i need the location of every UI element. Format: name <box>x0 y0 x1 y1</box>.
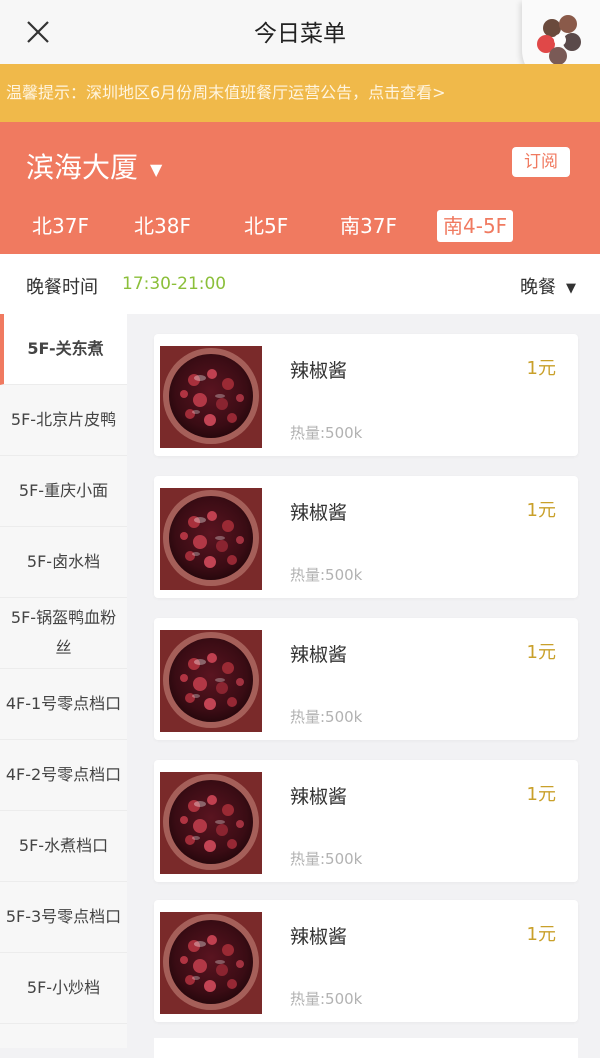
meal-time-range: 17:30-21:00 <box>122 274 227 294</box>
building-header: 滨海大厦 ▼ 订阅 北37F 北38F 北5F 南37F 南4-5F <box>0 122 600 254</box>
dish-price: 1元 <box>526 784 556 805</box>
category-sidebar: 5F-关东煮 5F-北京片皮鸭 5F-重庆小面 5F-卤水档 5F-锅盔鸭血粉丝… <box>0 314 127 1048</box>
dish-name: 辣椒酱 <box>290 644 348 666</box>
sidebar-item[interactable]: 5F-北京片皮鸭 <box>0 385 127 456</box>
sidebar-item-label: 5F-3号零点档口 <box>5 907 122 926</box>
meal-time-label: 晚餐时间 <box>26 277 98 298</box>
dish-calories: 热量:500k <box>290 708 363 726</box>
dish-image <box>160 772 262 874</box>
dish-card[interactable]: 辣椒酱 1元 热量:500k <box>154 334 578 456</box>
sidebar-item[interactable]: 5F-关东煮 <box>0 314 127 385</box>
dish-card[interactable]: 辣椒酱 1元 热量:500k <box>154 760 578 882</box>
chevron-down-icon: ▼ <box>150 159 163 179</box>
dish-card-partial[interactable] <box>154 1038 578 1058</box>
sidebar-item[interactable]: 4F-2号零点档口 <box>0 740 127 811</box>
sidebar-item-label: 5F-锅盔鸭血粉丝 <box>10 608 117 657</box>
sidebar-item[interactable]: 5F-重庆小面 <box>0 456 127 527</box>
sidebar-item-label: 4F-1号零点档口 <box>5 694 122 713</box>
dish-card[interactable]: 辣椒酱 1元 热量:500k <box>154 476 578 598</box>
sidebar-item[interactable]: 5F-小炒档 <box>0 953 127 1024</box>
sidebar-item[interactable]: 5F-卤水档 <box>0 527 127 598</box>
dish-calories: 热量:500k <box>290 566 363 584</box>
dish-card[interactable]: 辣椒酱 1元 热量:500k <box>154 618 578 740</box>
meal-type-value: 晚餐 <box>520 277 556 298</box>
sidebar-item[interactable]: 5F-3号零点档口 <box>0 882 127 953</box>
meal-time-bar: 晚餐时间 17:30-21:00 晚餐 ▼ <box>0 254 600 314</box>
chevron-down-icon: ▼ <box>566 280 576 296</box>
top-bar: 今日菜单 <box>0 0 600 65</box>
dish-image <box>160 912 262 1014</box>
sidebar-item[interactable]: 4F-1号零点档口 <box>0 669 127 740</box>
meal-type-selector[interactable]: 晚餐 ▼ <box>520 273 576 299</box>
dish-image <box>160 630 262 732</box>
notice-banner[interactable]: 温馨提示：深圳地区6月份周末值班餐厅运营公告，点击查看> <box>0 64 600 122</box>
tab-floor-north37[interactable]: 北37F <box>32 210 89 242</box>
tab-floor-south4-5[interactable]: 南4-5F <box>437 210 514 242</box>
dish-image <box>160 346 262 448</box>
dish-name: 辣椒酱 <box>290 926 348 948</box>
sidebar-item-label: 5F-小炒档 <box>26 978 101 997</box>
sidebar-item-label: 4F-2号零点档口 <box>5 765 122 784</box>
building-selector[interactable]: 滨海大厦 ▼ <box>26 146 162 186</box>
sidebar-item-label: 5F-卤水档 <box>26 552 101 571</box>
dish-price: 1元 <box>526 500 556 521</box>
tab-floor-south37[interactable]: 南37F <box>340 210 397 242</box>
dish-name: 辣椒酱 <box>290 502 348 524</box>
sidebar-item-label: 5F-水煮档口 <box>18 836 109 855</box>
dish-calories: 热量:500k <box>290 990 363 1008</box>
dish-price: 1元 <box>526 358 556 379</box>
dish-name: 辣椒酱 <box>290 360 348 382</box>
dish-price: 1元 <box>526 924 556 945</box>
page-title: 今日菜单 <box>254 21 346 47</box>
sidebar-item-label: 5F-北京片皮鸭 <box>10 410 117 429</box>
dish-image <box>160 488 262 590</box>
tab-floor-north38[interactable]: 北38F <box>134 210 191 242</box>
dish-price: 1元 <box>526 642 556 663</box>
dish-name: 辣椒酱 <box>290 786 348 808</box>
sidebar-item[interactable]: 5F-水煮档口 <box>0 811 127 882</box>
tab-floor-north5[interactable]: 北5F <box>244 210 288 242</box>
dish-card[interactable]: 辣椒酱 1元 热量:500k <box>154 900 578 1022</box>
dish-calories: 热量:500k <box>290 424 363 442</box>
building-name: 滨海大厦 <box>26 151 139 184</box>
sidebar-item-label: 5F-重庆小面 <box>18 481 109 500</box>
sidebar-item[interactable]: 5F-锅盔鸭血粉丝 <box>0 598 127 669</box>
sidebar-item-label: 5F-关东煮 <box>27 339 104 358</box>
dish-calories: 热量:500k <box>290 850 363 868</box>
subscribe-button[interactable]: 订阅 <box>512 147 570 177</box>
